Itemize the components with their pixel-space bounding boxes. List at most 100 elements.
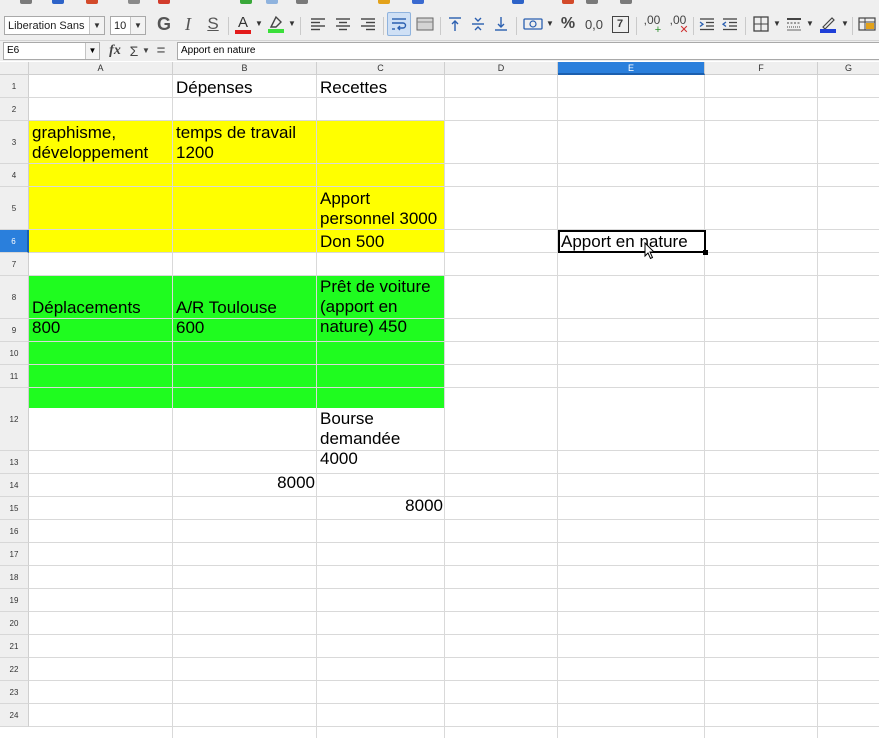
currency-format-button[interactable] <box>522 12 544 36</box>
align-bottom-button[interactable] <box>491 12 511 36</box>
row-header-17[interactable]: 17 <box>0 543 29 566</box>
column-header-F[interactable]: F <box>705 62 818 75</box>
column-header-C[interactable]: C <box>317 62 445 75</box>
chevron-down-icon[interactable]: ▼ <box>85 43 99 59</box>
decrease-indent-button[interactable] <box>720 12 740 36</box>
wrap-text-button[interactable] <box>387 12 411 36</box>
formula-button[interactable]: = <box>154 42 168 60</box>
name-box[interactable]: E6 ▼ <box>3 42 100 60</box>
cell-C14[interactable]: 8000 <box>318 496 443 516</box>
font-size-box[interactable]: 10 ▼ <box>110 16 146 35</box>
increase-indent-button[interactable] <box>697 12 717 36</box>
column-header-G[interactable]: G <box>818 62 879 75</box>
align-right-button[interactable] <box>357 12 379 36</box>
spreadsheet-grid[interactable]: A B C D E F G 1 2 3 4 5 6 7 8 9 10 11 12 13 14 15 16 17 18 19 20 21… <box>0 62 879 738</box>
cell-C12[interactable]: Bourse demandée 4000 <box>320 409 444 469</box>
mouse-pointer-icon <box>644 242 656 260</box>
currency-dropdown[interactable]: ▼ <box>546 12 554 36</box>
row-header-6[interactable]: 6 <box>0 230 29 253</box>
add-decimal-button[interactable]: ,00 + <box>640 12 664 36</box>
grid-row-line <box>29 611 879 612</box>
align-top-button[interactable] <box>445 12 465 36</box>
row-header-10[interactable]: 10 <box>0 342 29 365</box>
row-header-20[interactable]: 20 <box>0 612 29 635</box>
cell-C8[interactable]: Prêt de voiture (apport en nature) 450 <box>320 277 444 337</box>
cell-C6[interactable]: Don 500 <box>320 232 444 252</box>
font-color-button[interactable]: A <box>233 12 253 36</box>
row-header-9[interactable]: 9 <box>0 319 29 342</box>
column-header-D[interactable]: D <box>445 62 558 75</box>
toolbar-icon-edge <box>296 0 308 4</box>
highlight-button[interactable] <box>266 12 286 36</box>
align-left-button[interactable] <box>307 12 329 36</box>
row-header-5[interactable]: 5 <box>0 187 29 230</box>
number-format-button[interactable]: 7 <box>609 12 631 36</box>
border-color-dropdown[interactable]: ▼ <box>841 12 849 36</box>
cell-C5[interactable]: Apport personnel 3000 <box>320 189 444 229</box>
row-header-7[interactable]: 7 <box>0 253 29 276</box>
border-style-dropdown[interactable]: ▼ <box>806 12 814 36</box>
font-name-box[interactable]: Liberation Sans ▼ <box>4 16 105 35</box>
conditional-format-button[interactable] <box>857 12 877 36</box>
font-color-dropdown[interactable]: ▼ <box>255 12 263 36</box>
row-header-21[interactable]: 21 <box>0 635 29 658</box>
row-header-12[interactable]: 12 <box>0 388 29 451</box>
row-header-11[interactable]: 11 <box>0 365 29 388</box>
row-header-1[interactable]: 1 <box>0 75 29 98</box>
row-header-22[interactable]: 22 <box>0 658 29 681</box>
row-header-8[interactable]: 8 <box>0 276 29 319</box>
sum-button[interactable]: Σ <box>127 42 141 60</box>
row-header-18[interactable]: 18 <box>0 566 29 589</box>
sum-dropdown[interactable]: ▼ <box>142 42 150 60</box>
row-header-4[interactable]: 4 <box>0 164 29 187</box>
toolbar-icon-edge <box>586 0 598 4</box>
cell-A8[interactable]: Déplacements 800 <box>32 298 173 338</box>
chevron-down-icon[interactable]: ▼ <box>130 17 145 34</box>
align-middle-button[interactable] <box>468 12 488 36</box>
formula-bar: E6 ▼ fx Σ ▼ = Apport en nature <box>0 41 879 61</box>
border-style-button[interactable] <box>784 12 804 36</box>
row-header-15[interactable]: 15 <box>0 497 29 520</box>
column-header-A[interactable]: A <box>29 62 173 75</box>
highlight-dropdown[interactable]: ▼ <box>288 12 296 36</box>
borders-button[interactable] <box>751 12 771 36</box>
autofill-handle[interactable] <box>703 250 708 255</box>
border-color-button[interactable] <box>817 12 839 36</box>
row-header-13[interactable]: 13 <box>0 451 29 474</box>
column-header-B[interactable]: B <box>173 62 317 75</box>
function-wizard-button[interactable]: fx <box>107 42 123 60</box>
delete-decimal-button[interactable]: ,00 ✕ <box>666 12 690 36</box>
formula-input[interactable]: Apport en nature <box>177 42 879 60</box>
currency-icon <box>523 18 543 30</box>
row-header-16[interactable]: 16 <box>0 520 29 543</box>
cell-B1[interactable]: Dépenses <box>176 78 316 98</box>
toolbar-icon-edge <box>412 0 424 4</box>
percent-format-button[interactable]: % <box>558 12 578 36</box>
row-header-2[interactable]: 2 <box>0 98 29 121</box>
grid-row-line <box>29 703 879 704</box>
font-color-bar <box>235 29 251 34</box>
cell-C1[interactable]: Recettes <box>320 78 444 98</box>
standard-format-button[interactable]: 0,0 <box>582 12 606 36</box>
borders-dropdown[interactable]: ▼ <box>773 12 781 36</box>
cell-B8[interactable]: A/R Toulouse 600 <box>176 298 317 338</box>
cell-B3[interactable]: temps de travail 1200 <box>176 123 317 163</box>
row-header-3[interactable]: 3 <box>0 121 29 164</box>
toolbar-icon-edge <box>20 0 32 4</box>
align-center-button[interactable] <box>332 12 354 36</box>
pen-icon <box>822 16 835 29</box>
row-header-14[interactable]: 14 <box>0 474 29 497</box>
cell-B13[interactable]: 8000 <box>174 473 315 493</box>
row-header-24[interactable]: 24 <box>0 704 29 727</box>
merge-cells-button[interactable] <box>414 12 436 36</box>
cell-A3[interactable]: graphisme, développement <box>32 123 173 163</box>
italic-button[interactable]: I <box>178 12 198 36</box>
row-header-19[interactable]: 19 <box>0 589 29 612</box>
chevron-down-icon[interactable]: ▼ <box>89 17 104 34</box>
bold-button[interactable]: G <box>154 12 174 36</box>
underline-button[interactable]: S <box>203 12 223 36</box>
row-header-23[interactable]: 23 <box>0 681 29 704</box>
column-header-E[interactable]: E <box>558 62 705 75</box>
separator <box>440 17 441 35</box>
select-all-corner[interactable] <box>0 62 29 75</box>
